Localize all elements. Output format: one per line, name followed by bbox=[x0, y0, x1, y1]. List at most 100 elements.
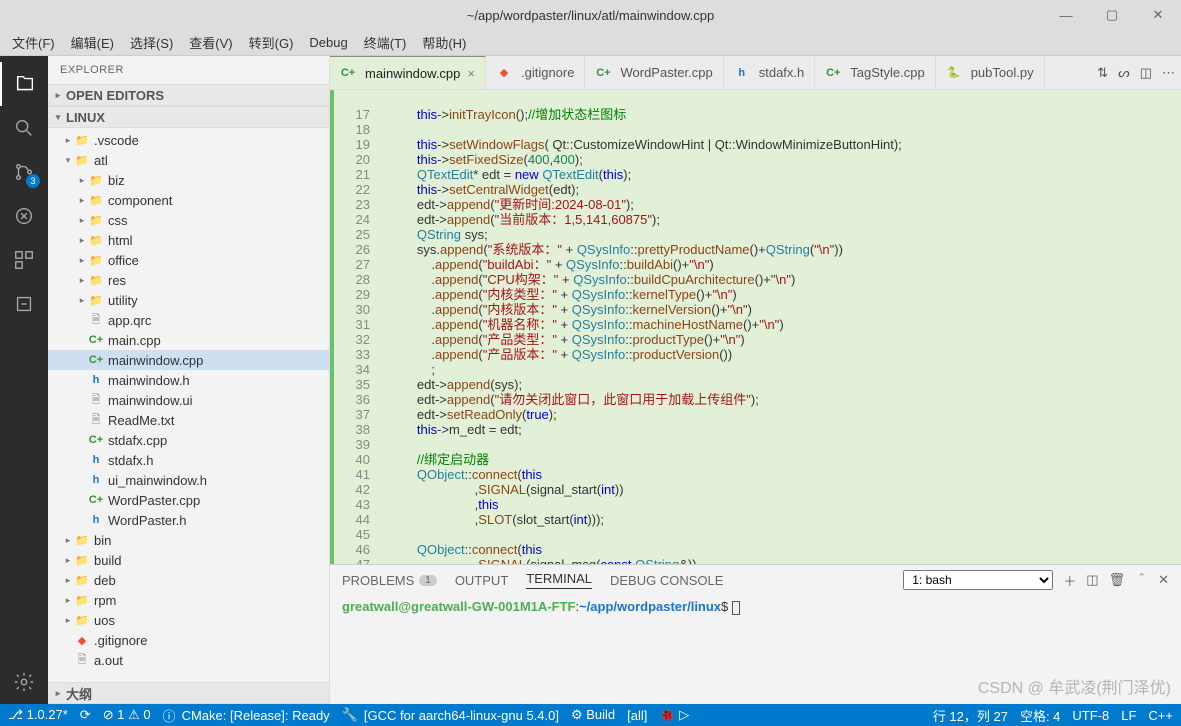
minimize-button[interactable]: — bbox=[1043, 0, 1089, 30]
sidebar: EXPLORER ▸OPEN EDITORS ▾LINUX ▸📁.vscode▾… bbox=[48, 56, 330, 704]
terminal-output[interactable]: greatwall@greatwall-GW-001M1A-FTF:~/app/… bbox=[330, 595, 1181, 704]
tree-item[interactable]: hstdafx.h bbox=[48, 450, 329, 470]
tree-item[interactable]: ▸📁.vscode bbox=[48, 130, 329, 150]
close-panel-icon[interactable]: ✕ bbox=[1158, 572, 1169, 588]
code-editor[interactable]: 17 18 19 20 21 22 23 24 25 26 27 28 29 3… bbox=[330, 90, 1181, 564]
menubar: 文件(F)编辑(E)选择(S)查看(V)转到(G)Debug 终端(T)帮助(H) bbox=[0, 30, 1181, 56]
menu-item[interactable]: 转到(G) bbox=[243, 31, 300, 54]
tree-item[interactable]: ▸📁build bbox=[48, 550, 329, 570]
terminal-select[interactable]: 1: bash bbox=[903, 570, 1053, 590]
editor-tab[interactable]: C+mainwindow.cpp× bbox=[330, 56, 486, 89]
menu-item[interactable]: 查看(V) bbox=[183, 31, 238, 54]
maximize-panel-icon[interactable]: ＾ bbox=[1135, 571, 1148, 590]
tab-actions: ⇅ ᔕ ◫ ⋯ bbox=[1091, 56, 1181, 89]
menu-item[interactable]: 帮助(H) bbox=[416, 31, 472, 54]
open-editors-section[interactable]: ▸OPEN EDITORS bbox=[48, 84, 329, 106]
status-target[interactable]: [all] bbox=[627, 708, 647, 723]
menu-item[interactable]: Debug bbox=[303, 33, 353, 52]
panel-tab-problems[interactable]: PROBLEMS1 bbox=[342, 573, 437, 588]
menu-item[interactable]: 编辑(E) bbox=[65, 31, 120, 54]
file-tree: ▸📁.vscode▾📁atl▸📁biz▸📁component▸📁css▸📁htm… bbox=[48, 128, 329, 682]
tree-item[interactable]: C+stdafx.cpp bbox=[48, 430, 329, 450]
menu-item[interactable]: 文件(F) bbox=[6, 31, 61, 54]
bottom-panel: PROBLEMS1 OUTPUT TERMINAL DEBUG CONSOLE … bbox=[330, 564, 1181, 704]
close-button[interactable]: ✕ bbox=[1135, 0, 1181, 30]
editor-tab[interactable]: C+WordPaster.cpp bbox=[585, 56, 723, 89]
workspace-root-section[interactable]: ▾LINUX bbox=[48, 106, 329, 128]
maximize-button[interactable]: ▢ bbox=[1089, 0, 1135, 30]
status-branch[interactable]: ⎇ 1.0.27* bbox=[8, 707, 68, 723]
editor-tab[interactable]: hstdafx.h bbox=[724, 56, 816, 89]
main: 3 EXPLORER ▸OPEN EDITORS ▾LINUX ▸📁.vscod… bbox=[0, 56, 1181, 704]
editor-tabs: C+mainwindow.cpp×◆.gitignoreC+WordPaster… bbox=[330, 56, 1181, 90]
status-sync[interactable]: ⟳ bbox=[80, 707, 91, 723]
tree-item[interactable]: ▸📁rpm bbox=[48, 590, 329, 610]
tree-item[interactable]: ▸📁biz bbox=[48, 170, 329, 190]
status-cmake[interactable]: ⓘCMake: [Release]: Ready bbox=[163, 706, 330, 725]
status-problems[interactable]: ⊘ 1 ⚠ 0 bbox=[103, 707, 151, 723]
status-debug[interactable]: 🐞 ▷ bbox=[659, 707, 689, 723]
tree-item[interactable]: ▸📁deb bbox=[48, 570, 329, 590]
status-position[interactable]: 行 12，列 27 bbox=[933, 706, 1008, 725]
titlebar: ~/app/wordpaster/linux/atl/mainwindow.cp… bbox=[0, 0, 1181, 30]
editor-area: C+mainwindow.cpp×◆.gitignoreC+WordPaster… bbox=[330, 56, 1181, 704]
editor-tab[interactable]: C+TagStyle.cpp bbox=[815, 56, 935, 89]
editor-tab[interactable]: 🐍pubTool.py bbox=[936, 56, 1045, 89]
panel-tabs: PROBLEMS1 OUTPUT TERMINAL DEBUG CONSOLE … bbox=[330, 565, 1181, 595]
close-icon[interactable]: × bbox=[467, 66, 475, 81]
activity-bar: 3 bbox=[0, 56, 48, 704]
panel-tab-terminal[interactable]: TERMINAL bbox=[526, 571, 592, 589]
tree-item[interactable]: hui_mainwindow.h bbox=[48, 470, 329, 490]
tree-item[interactable]: ▸📁css bbox=[48, 210, 329, 230]
status-encoding[interactable]: UTF-8 bbox=[1072, 708, 1109, 723]
tree-item[interactable]: 🗎a.out bbox=[48, 650, 329, 670]
new-terminal-icon[interactable]: ＋ bbox=[1063, 571, 1076, 590]
trash-icon[interactable]: 🗑 bbox=[1109, 572, 1126, 588]
sidebar-title: EXPLORER bbox=[48, 56, 329, 84]
code-content[interactable]: this->initTrayIcon();//增加状态栏图标 this->set… bbox=[378, 90, 1181, 564]
explorer-icon[interactable] bbox=[0, 62, 48, 106]
split-terminal-icon[interactable]: ◫ bbox=[1086, 572, 1098, 588]
tree-item[interactable]: ▸📁res bbox=[48, 270, 329, 290]
test-icon[interactable] bbox=[0, 282, 48, 326]
menu-item[interactable]: 选择(S) bbox=[124, 31, 179, 54]
tree-item[interactable]: ▸📁html bbox=[48, 230, 329, 250]
status-eol[interactable]: LF bbox=[1121, 708, 1136, 723]
tree-item[interactable]: ▸📁office bbox=[48, 250, 329, 270]
tree-item[interactable]: ▸📁bin bbox=[48, 530, 329, 550]
compare-icon[interactable]: ⇅ bbox=[1097, 65, 1108, 81]
window-title: ~/app/wordpaster/linux/atl/mainwindow.cp… bbox=[467, 8, 715, 23]
more-icon[interactable]: ⋯ bbox=[1162, 65, 1175, 81]
tree-item[interactable]: hmainwindow.h bbox=[48, 370, 329, 390]
tree-item[interactable]: ▾📁atl bbox=[48, 150, 329, 170]
tree-item[interactable]: ▸📁component bbox=[48, 190, 329, 210]
panel-tab-debug[interactable]: DEBUG CONSOLE bbox=[610, 573, 723, 588]
tree-item[interactable]: C+mainwindow.cpp bbox=[48, 350, 329, 370]
extensions-icon[interactable] bbox=[0, 238, 48, 282]
tree-item[interactable]: ▸📁uos bbox=[48, 610, 329, 630]
tree-item[interactable]: ◆.gitignore bbox=[48, 630, 329, 650]
outline-section[interactable]: ▸大纲 bbox=[48, 682, 329, 704]
window-controls: — ▢ ✕ bbox=[1043, 0, 1181, 30]
status-build[interactable]: ⚙ Build bbox=[571, 707, 615, 723]
tree-item[interactable]: C+WordPaster.cpp bbox=[48, 490, 329, 510]
search-icon[interactable] bbox=[0, 106, 48, 150]
split-icon[interactable]: ◫ bbox=[1140, 65, 1152, 81]
tree-item[interactable]: C+main.cpp bbox=[48, 330, 329, 350]
settings-icon[interactable] bbox=[0, 660, 48, 704]
editor-tab[interactable]: ◆.gitignore bbox=[486, 56, 585, 89]
status-kit[interactable]: 🔧[GCC for aarch64-linux-gnu 5.4.0] bbox=[342, 707, 559, 723]
git-icon[interactable]: ᔕ bbox=[1118, 65, 1130, 81]
source-control-icon[interactable]: 3 bbox=[0, 150, 48, 194]
status-language[interactable]: C++ bbox=[1148, 708, 1173, 723]
panel-tab-output[interactable]: OUTPUT bbox=[455, 573, 508, 588]
tree-item[interactable]: ▸📁utility bbox=[48, 290, 329, 310]
tree-item[interactable]: hWordPaster.h bbox=[48, 510, 329, 530]
status-spaces[interactable]: 空格: 4 bbox=[1020, 706, 1060, 725]
tree-item[interactable]: 🗎app.qrc bbox=[48, 310, 329, 330]
debug-icon[interactable] bbox=[0, 194, 48, 238]
tree-item[interactable]: 🗎ReadMe.txt bbox=[48, 410, 329, 430]
terminal-cursor bbox=[732, 601, 740, 615]
tree-item[interactable]: 🗎mainwindow.ui bbox=[48, 390, 329, 410]
menu-item[interactable]: 终端(T) bbox=[358, 31, 413, 54]
